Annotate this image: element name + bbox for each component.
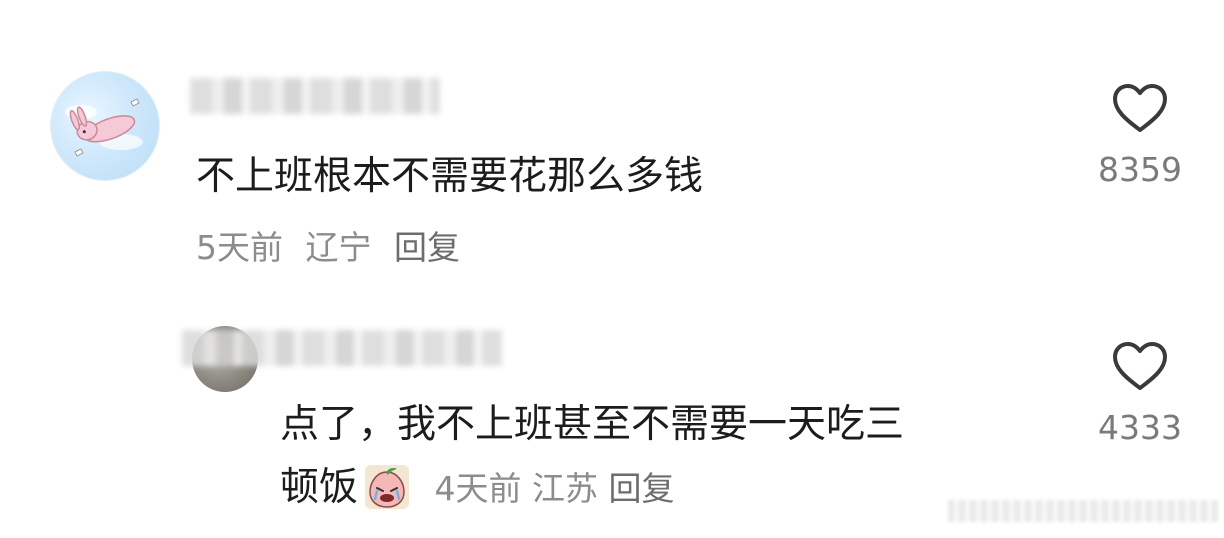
like-count: 8359 bbox=[1098, 150, 1182, 189]
bunny-avatar-icon bbox=[65, 98, 143, 157]
comment-text-line2-row: 顿饭 4天前 江苏 回复 bbox=[280, 461, 675, 516]
comment-text: 不上班根本不需要花那么多钱 bbox=[196, 154, 704, 199]
comment-location: 江苏 bbox=[532, 469, 599, 508]
like-button[interactable]: 4333 bbox=[1090, 340, 1190, 448]
comment-time: 4天前 bbox=[434, 469, 522, 508]
username-blurred[interactable] bbox=[190, 78, 440, 114]
like-count: 4333 bbox=[1098, 408, 1182, 447]
avatar[interactable] bbox=[50, 71, 160, 181]
comment-text-line1: 点了，我不上班甚至不需要一天吃三 bbox=[280, 402, 905, 447]
comment-location: 辽宁 bbox=[305, 228, 372, 267]
watermark-blurred bbox=[948, 500, 1218, 522]
like-button[interactable]: 8359 bbox=[1090, 82, 1190, 190]
reply-button[interactable]: 回复 bbox=[394, 228, 460, 267]
heart-outline-icon[interactable] bbox=[1111, 340, 1169, 392]
username-blurred[interactable] bbox=[182, 330, 502, 366]
heart-outline-icon[interactable] bbox=[1111, 82, 1169, 134]
reply-button[interactable]: 回复 bbox=[609, 469, 675, 508]
comment-time: 5天前 bbox=[196, 228, 283, 267]
comment-text-line2: 顿饭 bbox=[280, 465, 359, 510]
crying-peach-emoji bbox=[365, 465, 410, 509]
comment-meta: 5天前 辽宁 回复 bbox=[196, 226, 472, 270]
